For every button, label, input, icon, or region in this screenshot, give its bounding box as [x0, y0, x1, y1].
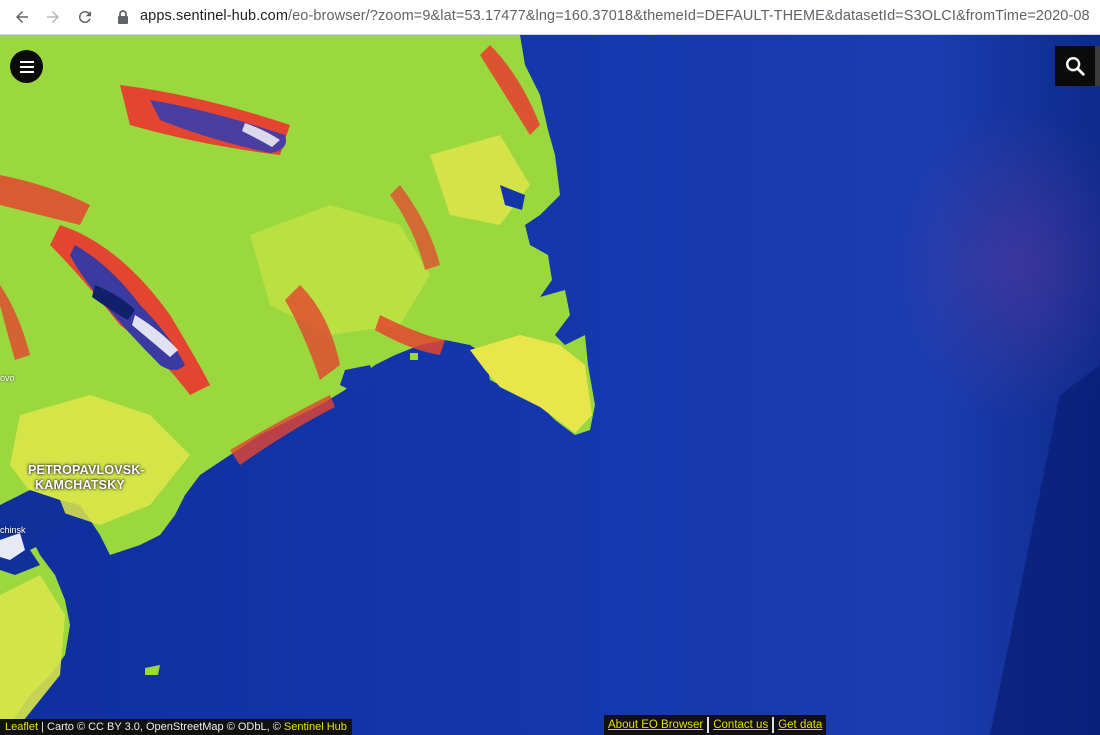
reload-button[interactable] — [73, 5, 97, 29]
sentinel-hub-link[interactable]: Sentinel Hub — [284, 721, 347, 733]
menu-button[interactable] — [10, 50, 43, 83]
url-host: apps.sentinel-hub.com — [140, 8, 288, 24]
satellite-imagery — [0, 35, 1100, 735]
lock-icon — [118, 10, 128, 24]
about-link[interactable]: About EO Browser — [604, 715, 707, 735]
place-label-left-2: chinsk — [0, 525, 26, 535]
city-label-petropavlovsk: PETROPAVLOVSK- KAMCHATSKY — [28, 463, 145, 493]
search-icon — [1066, 57, 1085, 76]
forward-button[interactable] — [41, 5, 65, 29]
reload-icon — [78, 11, 91, 24]
leaflet-link[interactable]: Leaflet — [5, 721, 38, 733]
arrow-left-icon — [16, 11, 28, 23]
hamburger-icon — [19, 60, 34, 73]
browser-toolbar: apps.sentinel-hub.com/eo-browser/?zoom=9… — [0, 0, 1100, 35]
place-label-left-1: ovo — [0, 373, 15, 383]
contact-link[interactable]: Contact us — [709, 715, 772, 735]
footer-links: About EO Browser Contact us Get data — [604, 715, 827, 735]
arrow-right-icon — [47, 11, 59, 23]
address-bar[interactable]: apps.sentinel-hub.com/eo-browser/?zoom=9… — [140, 8, 1090, 24]
map-view[interactable]: PETROPAVLOVSK- KAMCHATSKY ovo chinsk Lea… — [0, 35, 1100, 735]
city-label-text: PETROPAVLOVSK- KAMCHATSKY — [28, 463, 145, 492]
search-panel-edge — [1095, 46, 1100, 86]
attribution-text: | Carto © CC BY 3.0, OpenStreetMap © ODb… — [38, 721, 284, 733]
url-path: /eo-browser/?zoom=9&lat=53.17477&lng=160… — [288, 8, 1090, 24]
get-data-link[interactable]: Get data — [774, 715, 826, 735]
map-attribution: Leaflet | Carto © CC BY 3.0, OpenStreetM… — [0, 719, 352, 735]
search-button[interactable] — [1055, 46, 1095, 86]
back-button[interactable] — [10, 5, 34, 29]
